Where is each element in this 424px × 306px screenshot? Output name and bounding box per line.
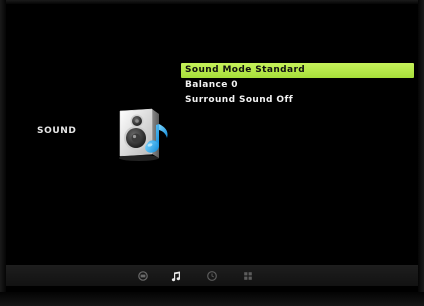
menu-item-surround-sound[interactable]: Surround Sound Off (181, 93, 414, 108)
bezel-right (418, 0, 424, 306)
speaker-music-note-icon (119, 108, 168, 161)
music-note-icon[interactable] (170, 270, 182, 282)
menu-item-sound-mode[interactable]: Sound Mode Standard (181, 63, 414, 78)
menu-item-balance[interactable]: Balance 0 (181, 78, 414, 93)
sound-settings-menu: Sound Mode Standard Balance 0 Surround S… (181, 63, 414, 108)
category-bar (6, 265, 418, 286)
bezel-bottom (0, 292, 424, 306)
bezel-left (0, 0, 6, 306)
bezel-top (0, 0, 424, 4)
grid-icon[interactable] (242, 270, 254, 282)
clock-icon[interactable] (206, 270, 218, 282)
picture-icon[interactable] (137, 270, 149, 282)
section-title: SOUND (37, 126, 77, 136)
tv-menu-screen: SOUND Sound Mode Standard Balance 0 Surr… (0, 0, 424, 306)
